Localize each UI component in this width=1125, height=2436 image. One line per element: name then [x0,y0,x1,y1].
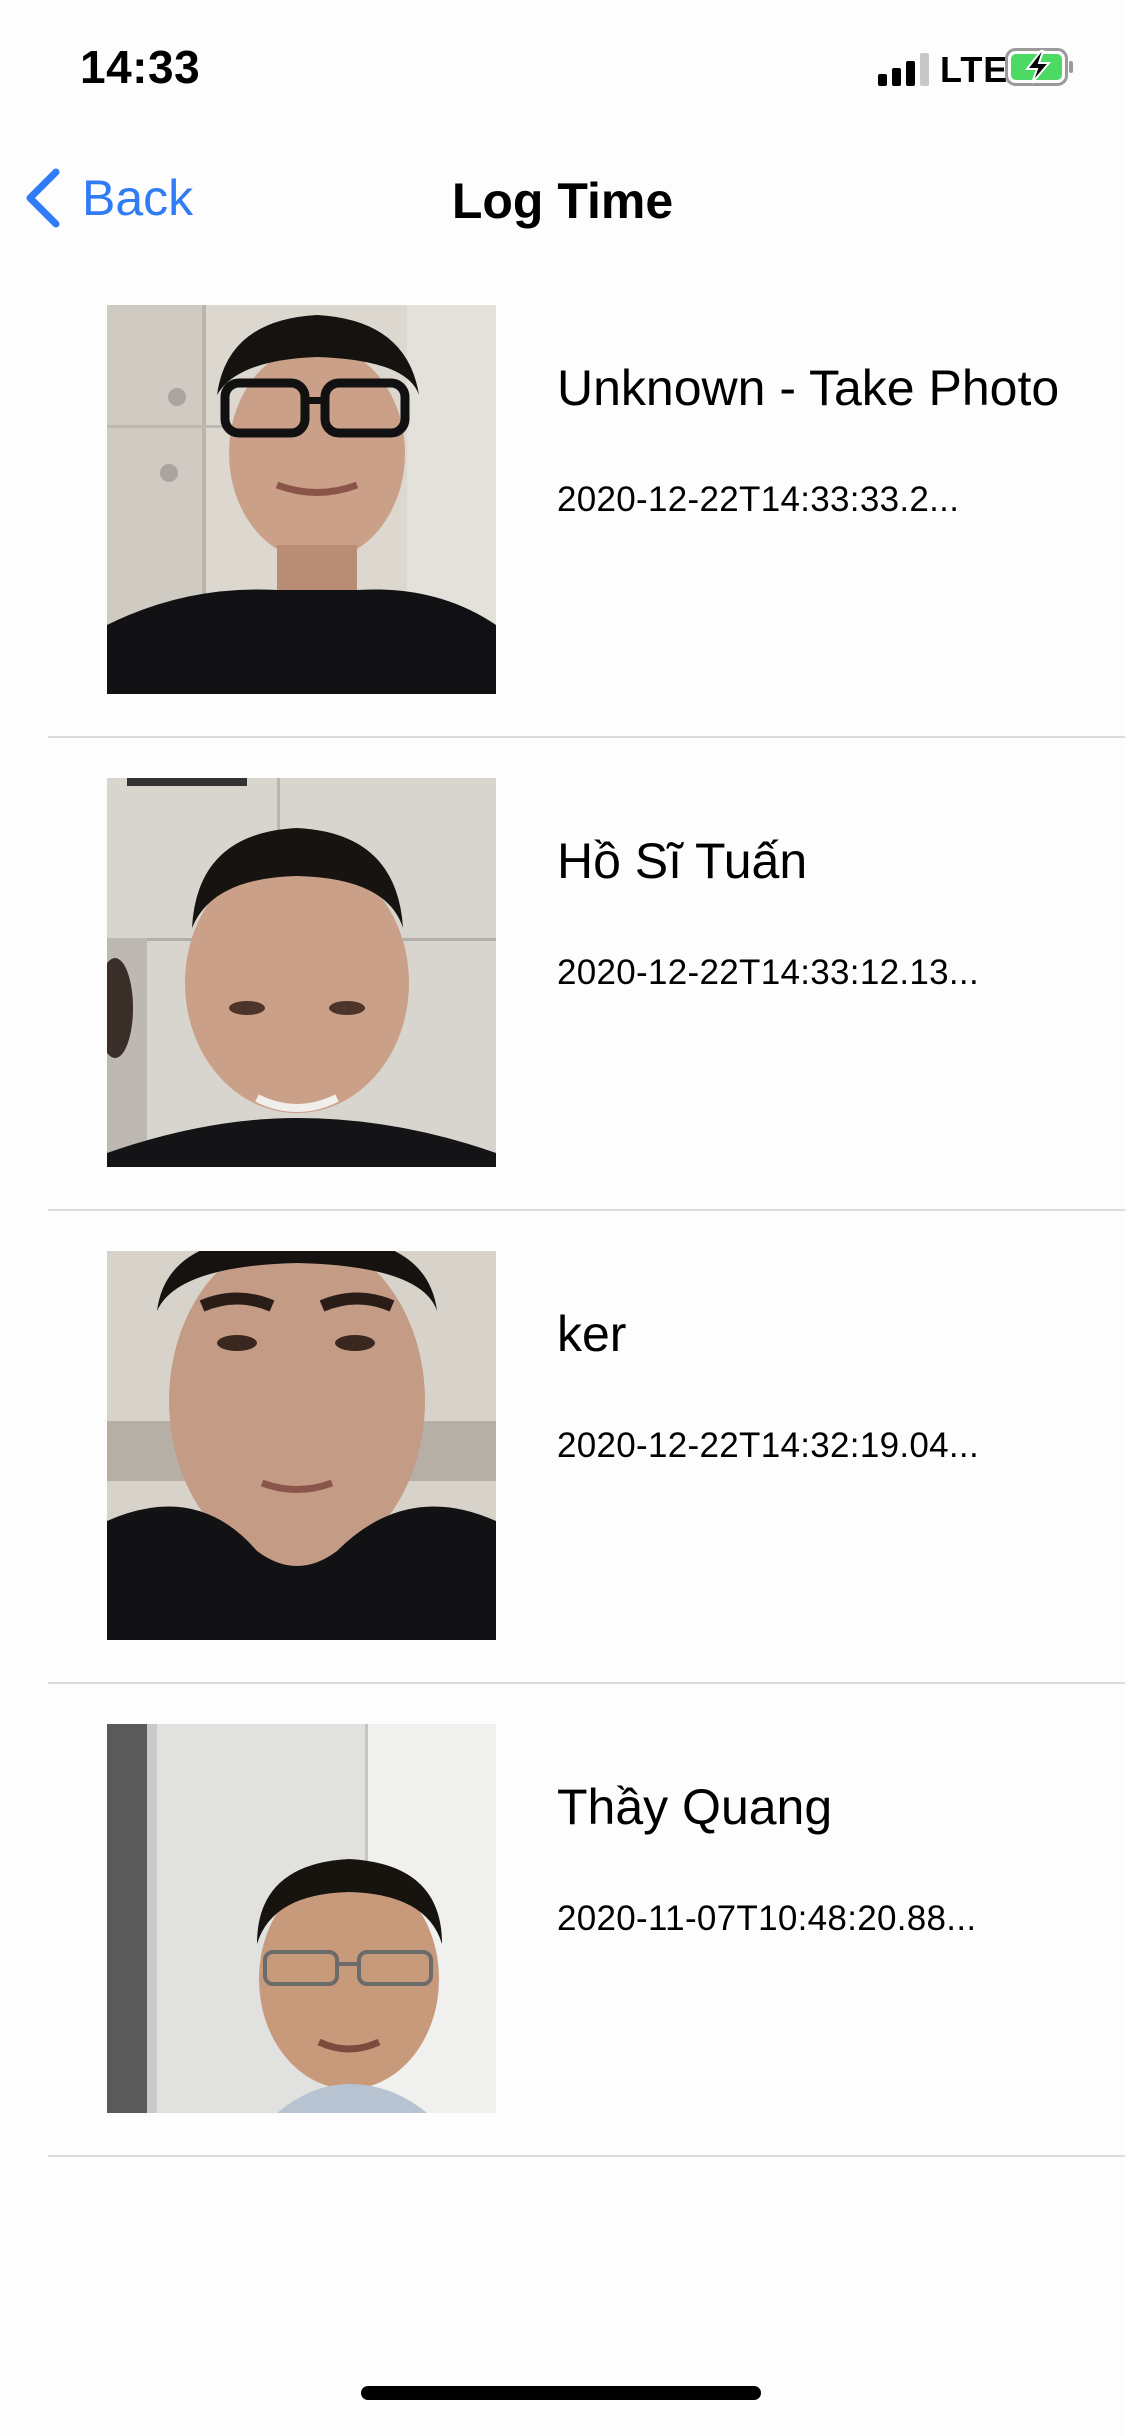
home-indicator[interactable] [361,2386,761,2400]
navigation-bar: Back Log Time [0,132,1125,264]
face-photo [107,778,496,1167]
status-bar: 14:33 LTE [0,0,1125,132]
status-time: 14:33 [80,41,201,93]
face-photo [107,1251,496,1640]
face-photo [107,1724,496,2113]
log-time-list: Unknown - Take Photo 2020-12-22T14:33:33… [0,265,1125,2157]
log-name: Hồ Sĩ Tuấn [557,833,808,889]
log-name: Thầy Quang [557,1779,833,1835]
log-name: ker [557,1306,627,1362]
log-timestamp: 2020-11-07T10:48:20.88... [557,1899,977,1938]
log-name: Unknown - Take Photo [557,360,1060,416]
log-row[interactable]: Thầy Quang 2020-11-07T10:48:20.88... [0,1684,1125,2157]
log-row[interactable]: ker 2020-12-22T14:32:19.04... [0,1211,1125,1684]
log-timestamp: 2020-12-22T14:33:12.13... [557,953,979,992]
log-row[interactable]: Unknown - Take Photo 2020-12-22T14:33:33… [0,265,1125,738]
log-row[interactable]: Hồ Sĩ Tuấn 2020-12-22T14:33:12.13... [0,738,1125,1211]
log-timestamp: 2020-12-22T14:32:19.04... [557,1426,979,1465]
log-timestamp: 2020-12-22T14:33:33.2... [557,480,960,519]
network-type-label: LTE [940,49,1009,90]
face-photo [107,305,496,694]
battery-charging-icon [1005,48,1073,86]
cellular-signal-icon [878,52,930,86]
page-title: Log Time [451,173,674,229]
